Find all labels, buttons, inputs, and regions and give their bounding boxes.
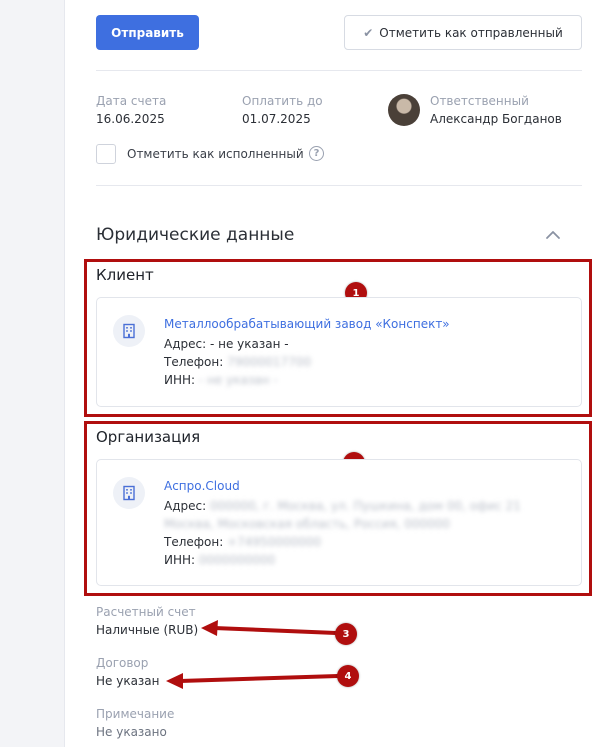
annotation-badge-4: 4 bbox=[337, 665, 359, 687]
annotation-badge-3: 3 bbox=[335, 623, 357, 645]
annotation-arrows bbox=[166, 620, 340, 689]
